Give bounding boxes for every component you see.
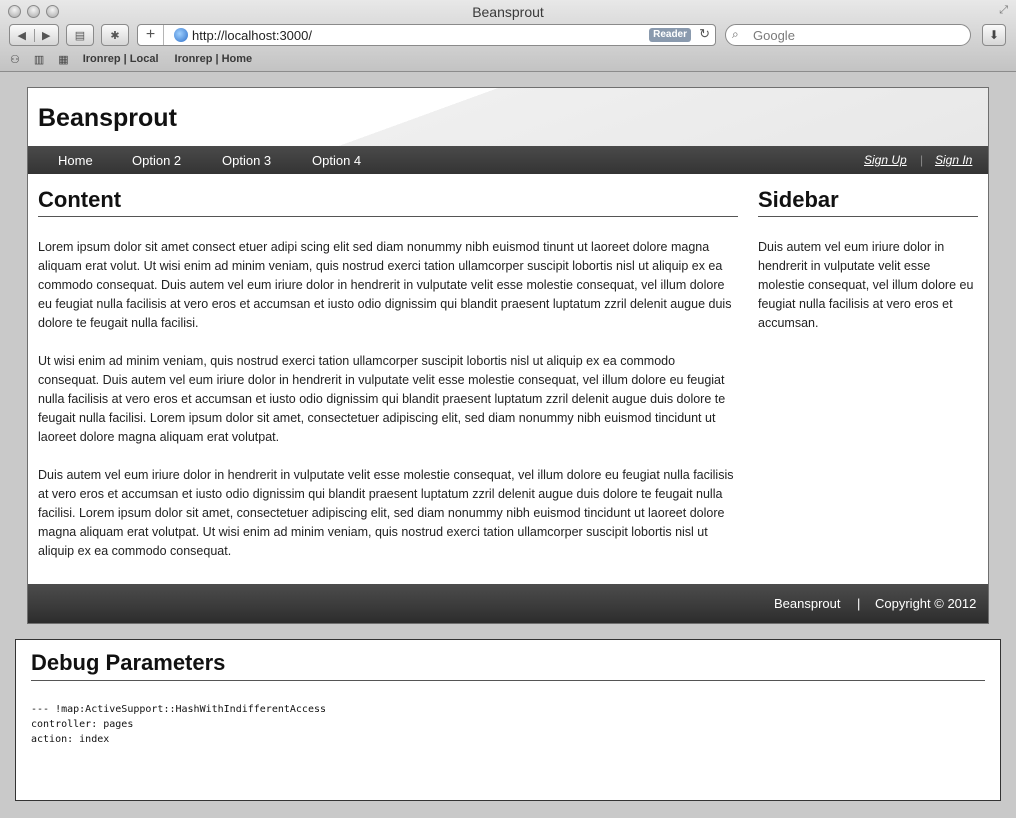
window-title: Beansprout [472, 4, 544, 20]
nav-item-home[interactable]: Home [58, 153, 93, 168]
nav-item-option-4[interactable]: Option 4 [312, 153, 361, 168]
page-container: Beansprout Home Option 2 Option 3 Option… [27, 87, 989, 624]
bookmark-ironrep-home[interactable]: Ironrep | Home [175, 53, 253, 65]
footer-separator: | [857, 596, 861, 611]
sidebar-paragraph: Duis autem vel eum iriure dolor in hendr… [758, 240, 974, 330]
footer-brand: Beansprout [774, 596, 841, 611]
debug-line: --- !map:ActiveSupport::HashWithIndiffer… [31, 704, 327, 715]
globe-icon [174, 28, 188, 42]
bookmark-ironrep-local[interactable]: Ironrep | Local [83, 53, 159, 65]
content-heading: Content [38, 187, 738, 217]
nav-item-option-3[interactable]: Option 3 [222, 153, 271, 168]
footer-copyright: Copyright © 2012 [875, 596, 977, 611]
sidebar-heading: Sidebar [758, 187, 978, 217]
grid-icon[interactable]: ▦ [58, 53, 68, 66]
back-forward-buttons: ◀ ▶ [9, 24, 59, 46]
debug-line: action: index [31, 734, 110, 745]
forward-button[interactable]: ▶ [33, 28, 59, 42]
nav-item-option-2[interactable]: Option 2 [132, 153, 181, 168]
back-button[interactable]: ◀ [10, 29, 34, 42]
bookmarks-bar: ⚇ ▥ ▦ Ironrep | Local Ironrep | Home [10, 52, 268, 66]
sign-up-link[interactable]: Sign Up [864, 153, 907, 167]
site-title[interactable]: Beansprout [38, 104, 177, 133]
sidebar-column: Sidebar Duis autem vel eum iriure dolor … [758, 187, 978, 333]
content-column: Content Lorem ipsum dolor sit amet conse… [38, 187, 738, 561]
address-bar[interactable]: + http://localhost:3000/ Reader ↻ [137, 24, 716, 46]
site-footer: Beansprout | Copyright © 2012 [28, 584, 988, 623]
bug-icon[interactable]: ✱ [101, 24, 129, 46]
search-field[interactable]: ⌕ Google [725, 24, 971, 46]
download-icon[interactable]: ⬇ [982, 24, 1006, 46]
browser-toolbar: Beansprout ⤢ ◀ ▶ ▤ ✱ + http://localhost:… [0, 0, 1016, 72]
content-paragraph: Duis autem vel eum iriure dolor in hendr… [38, 468, 734, 558]
debug-params: --- !map:ActiveSupport::HashWithIndiffer… [31, 702, 326, 747]
reader-button[interactable]: Reader [649, 28, 691, 42]
debug-panel: Debug Parameters --- !map:ActiveSupport:… [15, 639, 1001, 801]
auth-separator: | [920, 153, 924, 167]
reading-list-icon[interactable]: ⚇ [10, 53, 20, 66]
search-placeholder: Google [753, 28, 795, 43]
content-paragraph: Ut wisi enim ad minim veniam, quis nostr… [38, 354, 726, 444]
url-field[interactable]: http://localhost:3000/ [192, 28, 312, 43]
fullscreen-icon[interactable]: ⤢ [999, 4, 1008, 17]
sign-in-link[interactable]: Sign In [935, 153, 972, 167]
reload-icon[interactable]: ↻ [699, 26, 710, 42]
content-paragraph: Lorem ipsum dolor sit amet consect etuer… [38, 240, 732, 330]
add-bookmark-button[interactable]: + [138, 25, 164, 45]
top-sites-button[interactable]: ▤ [66, 24, 94, 46]
debug-heading: Debug Parameters [31, 650, 985, 681]
search-icon: ⌕ [732, 27, 739, 41]
main-nav: Home Option 2 Option 3 Option 4 Sign Up … [28, 146, 988, 174]
bookmarks-book-icon[interactable]: ▥ [34, 53, 44, 66]
debug-line: controller: pages [31, 719, 134, 730]
site-header: Beansprout [28, 88, 988, 146]
